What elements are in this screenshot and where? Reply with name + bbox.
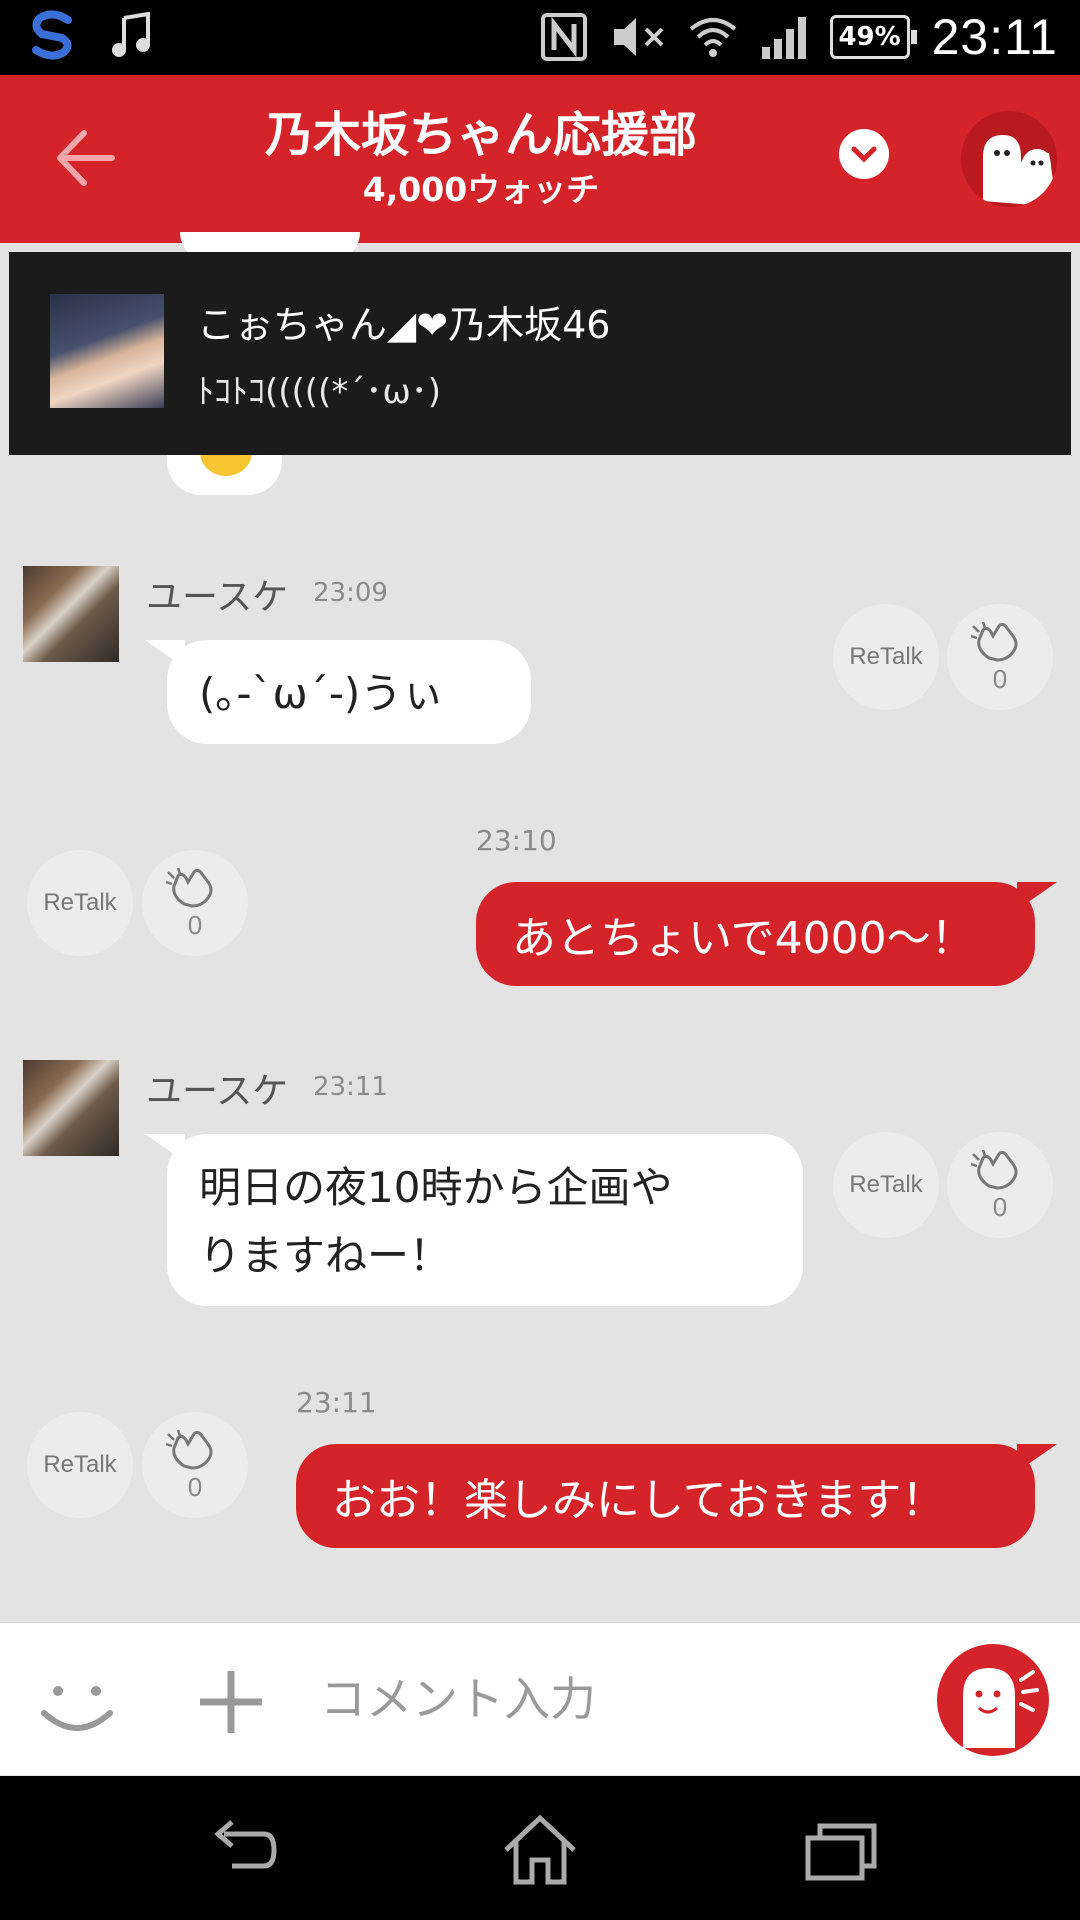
smiley-icon[interactable]: [36, 1661, 118, 1743]
sender-name: ユースケ: [146, 577, 289, 618]
clap-icon: [970, 621, 1018, 662]
message-bubble: 明日の夜10時から企画や りますねー！: [145, 1134, 803, 1306]
message-time: 23:10: [476, 824, 557, 857]
music-note-icon: [112, 12, 150, 57]
message-bubble: (｡-`ω´-)うぃ: [145, 640, 531, 744]
clap-icon: [970, 1149, 1018, 1190]
notification-toast[interactable]: こぉちゃん◢❤乃木坂46 ﾄｺﾄｺ(((((*´･ω･): [9, 252, 1071, 455]
chat-header: 乃木坂ちゃん応援部 4,000ウォッチ: [0, 75, 1080, 243]
message-bubble: おお！楽しみにしておきます！: [296, 1444, 1057, 1548]
notification-message: ﾄｺﾄｺ(((((*´･ω･): [197, 372, 442, 412]
battery-indicator: 49%: [829, 15, 917, 59]
avatar[interactable]: [23, 1060, 119, 1156]
comment-input[interactable]: [320, 1659, 900, 1739]
room-title: 乃木坂ちゃん応援部: [264, 107, 697, 163]
mute-icon: [613, 18, 663, 56]
sender-name: ユースケ: [146, 1071, 289, 1112]
retalk-label: ReTalk: [43, 1451, 117, 1478]
retalk-button[interactable]: ReTalk: [833, 1132, 939, 1238]
clap-button[interactable]: 0: [947, 604, 1053, 710]
s-app-icon: [32, 10, 72, 60]
signal-icon: [761, 17, 806, 59]
wifi-icon: [689, 18, 736, 57]
shout-mascot-icon: [963, 1668, 1039, 1748]
clap-count: 0: [992, 663, 1008, 694]
message-text: おお！楽しみにしておきます！: [332, 1475, 946, 1526]
retalk-button[interactable]: ReTalk: [27, 850, 133, 956]
message-bubble: あとちょいで4000〜！: [476, 882, 1057, 986]
retalk-button[interactable]: ReTalk: [833, 604, 939, 710]
send-button[interactable]: [937, 1644, 1049, 1756]
clap-button[interactable]: 0: [142, 850, 248, 956]
retalk-label: ReTalk: [849, 643, 923, 670]
notification-sender: こぉちゃん◢❤乃木坂46: [197, 303, 611, 347]
notification-avatar: [50, 294, 164, 408]
back-icon[interactable]: [202, 1810, 282, 1890]
system-nav-bar: [0, 1776, 1080, 1920]
watch-count: 4,000ウォッチ: [362, 170, 600, 209]
retalk-label: ReTalk: [43, 889, 117, 916]
mascot-icon: [983, 135, 1057, 207]
plus-icon[interactable]: [196, 1667, 266, 1737]
retalk-label: ReTalk: [849, 1171, 923, 1198]
home-icon[interactable]: [500, 1810, 580, 1890]
message-time: 23:11: [296, 1386, 377, 1419]
status-bar: 49% 23:11: [0, 0, 1080, 75]
clap-count: 0: [187, 1471, 203, 1502]
message-text-line: 明日の夜10時から企画や: [199, 1163, 673, 1212]
recent-apps-icon[interactable]: [800, 1810, 880, 1890]
chevron-down-icon: [851, 146, 877, 163]
message-text: あとちょいで4000〜！: [512, 913, 975, 964]
room-menu-button[interactable]: [839, 129, 889, 179]
clap-button[interactable]: 0: [947, 1132, 1053, 1238]
retalk-button[interactable]: ReTalk: [27, 1412, 133, 1518]
status-time: 23:11: [931, 9, 1058, 65]
clap-button[interactable]: 0: [142, 1412, 248, 1518]
message-text: (｡-`ω´-)うぃ: [199, 669, 445, 718]
message-text-line: りますねー！: [199, 1231, 452, 1280]
comment-input-bar: [0, 1622, 1080, 1775]
avatar[interactable]: [23, 566, 119, 662]
message-time: 23:11: [313, 1072, 388, 1102]
clap-icon: [165, 1429, 213, 1470]
message-time: 23:09: [313, 578, 388, 608]
clap-count: 0: [992, 1191, 1008, 1222]
nfc-icon: [540, 13, 587, 61]
clap-icon: [165, 867, 213, 908]
mascot-menu-button[interactable]: [961, 111, 1057, 207]
clap-count: 0: [187, 909, 203, 940]
